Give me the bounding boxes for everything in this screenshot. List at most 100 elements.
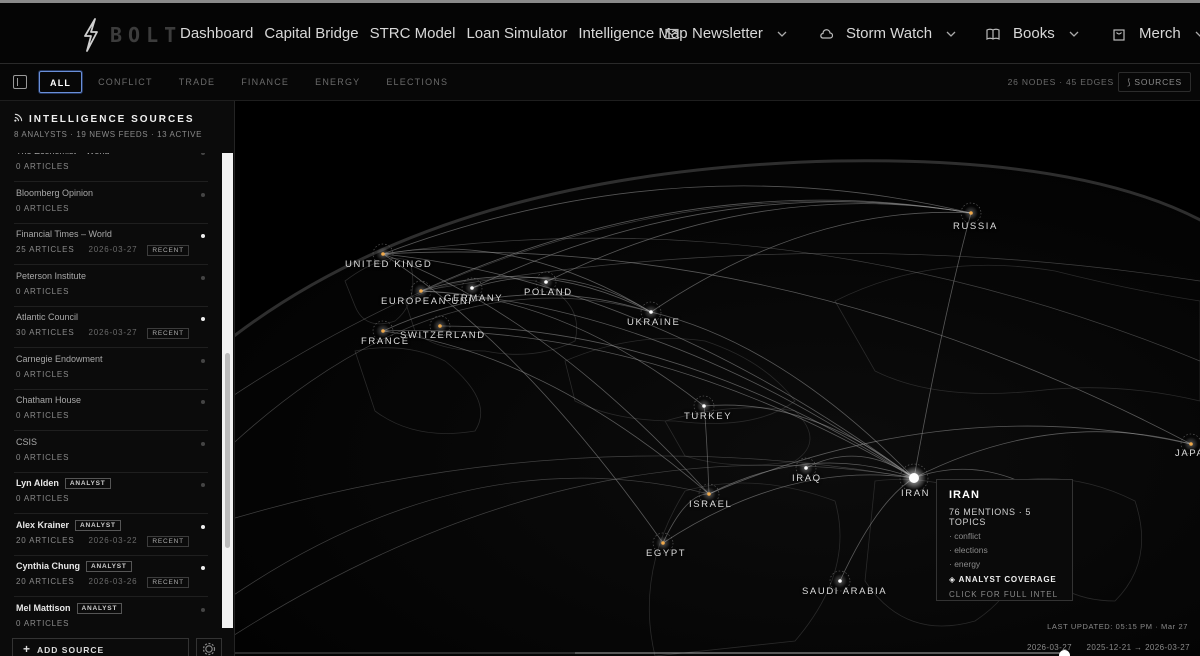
sidebar-scrollbar[interactable] xyxy=(222,153,233,628)
settings-button[interactable] xyxy=(196,638,222,656)
source-name: Alex Krainer ANALYST xyxy=(16,519,121,531)
nav-dropdown-merch[interactable]: Merch xyxy=(1112,25,1200,42)
article-count: 0 ARTICLES xyxy=(16,618,70,628)
source-item[interactable]: The Economist – World 0 ARTICLES xyxy=(14,153,208,182)
filter-all[interactable]: ALL xyxy=(39,71,83,93)
scrollbar-thumb[interactable] xyxy=(225,353,230,548)
tooltip-cta[interactable]: CLICK FOR FULL INTEL xyxy=(949,590,1060,599)
source-date: 2026-03-27 xyxy=(88,328,138,337)
source-meta: 0 ARTICLES xyxy=(16,204,69,213)
node-label[interactable]: SWITZERLAND xyxy=(400,330,486,341)
node-label[interactable]: EGYPT xyxy=(646,548,686,559)
plus-icon: + xyxy=(23,642,32,656)
filter-energy[interactable]: ENERGY xyxy=(305,71,370,93)
source-item[interactable]: Financial Times – World 25 ARTICLES 2026-0… xyxy=(14,224,208,265)
article-count: 0 ARTICLES xyxy=(16,411,70,420)
article-count: 0 ARTICLES xyxy=(16,203,70,213)
nav-dropdown-label: Newsletter xyxy=(692,25,763,42)
tooltip-stats: 76 MENTIONS · 5 TOPICS xyxy=(949,507,1032,527)
bolt-logo-icon xyxy=(84,18,98,52)
source-name-text: Atlantic Council xyxy=(16,312,79,322)
source-meta: 20 ARTICLES 2026-03-22 RECENT xyxy=(16,535,189,547)
source-meta: 20 ARTICLES 2026-03-26 RECENT xyxy=(16,577,189,588)
source-item[interactable]: Peterson Institute 0 ARTICLES xyxy=(14,266,208,307)
source-item[interactable]: Alex Krainer ANALYST 20 ARTICLES 2026-03-22… xyxy=(14,515,208,556)
mail-icon xyxy=(665,28,679,39)
source-name-text: Peterson Institute xyxy=(16,270,87,281)
nav-link-capital-bridge[interactable]: Capital Bridge xyxy=(264,25,358,42)
nav-dropdown-newsletter[interactable]: Newsletter xyxy=(665,25,787,42)
source-item[interactable]: Mel Mattison ANALYST 0 ARTICLES xyxy=(14,598,208,629)
node-label[interactable]: GERMANY xyxy=(444,293,503,304)
tooltip-topic: · conflict xyxy=(949,531,981,541)
collapse-sidebar-icon[interactable] xyxy=(13,75,27,89)
status-dot xyxy=(201,483,205,487)
source-meta: 0 ARTICLES xyxy=(16,411,69,420)
node-dot xyxy=(909,473,919,483)
intelligence-map[interactable]: RUSSIA UNITED KINGD EUROPEAN UNI GERMANY POL… xyxy=(235,101,1200,656)
tooltip-title: IRAN xyxy=(949,489,980,501)
source-name: Chatham House xyxy=(16,395,81,405)
sources-button[interactable]: ⟆ SOURCES xyxy=(1118,72,1191,92)
article-count: 0 ARTICLES xyxy=(16,286,70,296)
node-label[interactable]: POLAND xyxy=(524,287,573,298)
source-name-text: CSIS xyxy=(16,436,38,447)
node-dot xyxy=(969,211,973,215)
source-meta: 0 ARTICLES xyxy=(16,287,69,296)
status-dot xyxy=(201,153,205,155)
add-source-button[interactable]: + ADD SOURCE xyxy=(12,638,189,656)
filter-trade[interactable]: TRADE xyxy=(169,71,226,93)
analyst-badge: ANALYST xyxy=(76,602,123,614)
node-dot xyxy=(381,329,385,333)
source-item[interactable]: Lyn Alden ANALYST 0 ARTICLES xyxy=(14,473,208,514)
category-filters: ALL CONFLICT TRADE FINANCE ENERGY ELECTI… xyxy=(39,71,464,93)
source-date: 2026-03-27 xyxy=(88,245,138,254)
filter-finance[interactable]: FINANCE xyxy=(231,71,299,93)
source-meta: 25 ARTICLES 2026-03-27 RECENT xyxy=(16,245,189,256)
node-label[interactable]: ISRAEL xyxy=(689,499,732,510)
source-item[interactable]: Carnegie Endowment 0 ARTICLES xyxy=(14,349,208,390)
chevron-down-icon xyxy=(1195,31,1200,37)
source-name: Financial Times – World xyxy=(16,229,112,239)
source-item[interactable]: Atlantic Council 30 ARTICLES 2026-03-27 REC… xyxy=(14,307,208,348)
recent-badge: RECENT xyxy=(147,245,189,256)
chevron-down-icon xyxy=(946,31,956,37)
timeline-thumb[interactable] xyxy=(1059,650,1070,656)
nav-link-dashboard[interactable]: Dashboard xyxy=(180,25,253,42)
source-item[interactable]: Bloomberg Opinion 0 ARTICLES xyxy=(14,183,208,224)
nav-dropdown-books[interactable]: Books xyxy=(986,25,1079,42)
nav-dropdown-storm-watch[interactable]: Storm Watch xyxy=(819,25,956,42)
node-label[interactable]: JAPA xyxy=(1175,448,1200,459)
node-label[interactable]: SAUDI ARABIA xyxy=(802,586,887,597)
nav-link-strc-model[interactable]: STRC Model xyxy=(370,25,456,42)
node-label[interactable]: IRAQ xyxy=(792,473,822,484)
nav-link-loan-simulator[interactable]: Loan Simulator xyxy=(466,25,567,42)
source-list[interactable]: The Economist – World0 ARTICLESBloomberg… xyxy=(0,153,222,628)
node-label[interactable]: IRAN xyxy=(901,488,930,499)
rss-icon xyxy=(14,113,23,122)
source-name: Peterson Institute xyxy=(16,271,86,281)
filter-elections[interactable]: ELECTIONS xyxy=(376,71,458,93)
node-label[interactable]: UKRAINE xyxy=(627,317,680,328)
filter-conflict[interactable]: CONFLICT xyxy=(88,71,163,93)
logo[interactable]: BOLT xyxy=(80,17,182,53)
recent-badge: RECENT xyxy=(147,577,189,588)
status-dot xyxy=(201,275,205,280)
analyst-badge: ANALYST xyxy=(64,478,111,489)
node-dot xyxy=(838,579,842,583)
node-tooltip[interactable]: IRAN 76 MENTIONS · 5 TOPICS · conflict ·… xyxy=(936,479,1073,601)
source-item[interactable]: Chatham House 0 ARTICLES xyxy=(14,390,208,431)
nav-dropdown-label: Storm Watch xyxy=(846,25,933,42)
article-count: 0 ARTICLES xyxy=(16,494,70,503)
source-name-text: Cynthia Chung xyxy=(16,561,80,571)
node-label[interactable]: RUSSIA xyxy=(953,221,998,232)
source-item[interactable]: Cynthia Chung ANALYST 20 ARTICLES 2026-03-2… xyxy=(14,556,208,597)
node-dot xyxy=(661,541,665,545)
source-item[interactable]: CSIS 0 ARTICLES xyxy=(14,432,208,473)
article-count: 0 ARTICLES xyxy=(16,369,70,379)
node-label[interactable]: TURKEY xyxy=(684,411,732,422)
source-meta: 0 ARTICLES xyxy=(16,370,69,379)
node-label[interactable]: UNITED KINGD xyxy=(345,259,432,270)
source-name: Carnegie Endowment xyxy=(16,354,103,364)
timeline-slider[interactable]: 2026-03-27 2025-12-21 → 2026-03-27 xyxy=(235,643,1200,656)
